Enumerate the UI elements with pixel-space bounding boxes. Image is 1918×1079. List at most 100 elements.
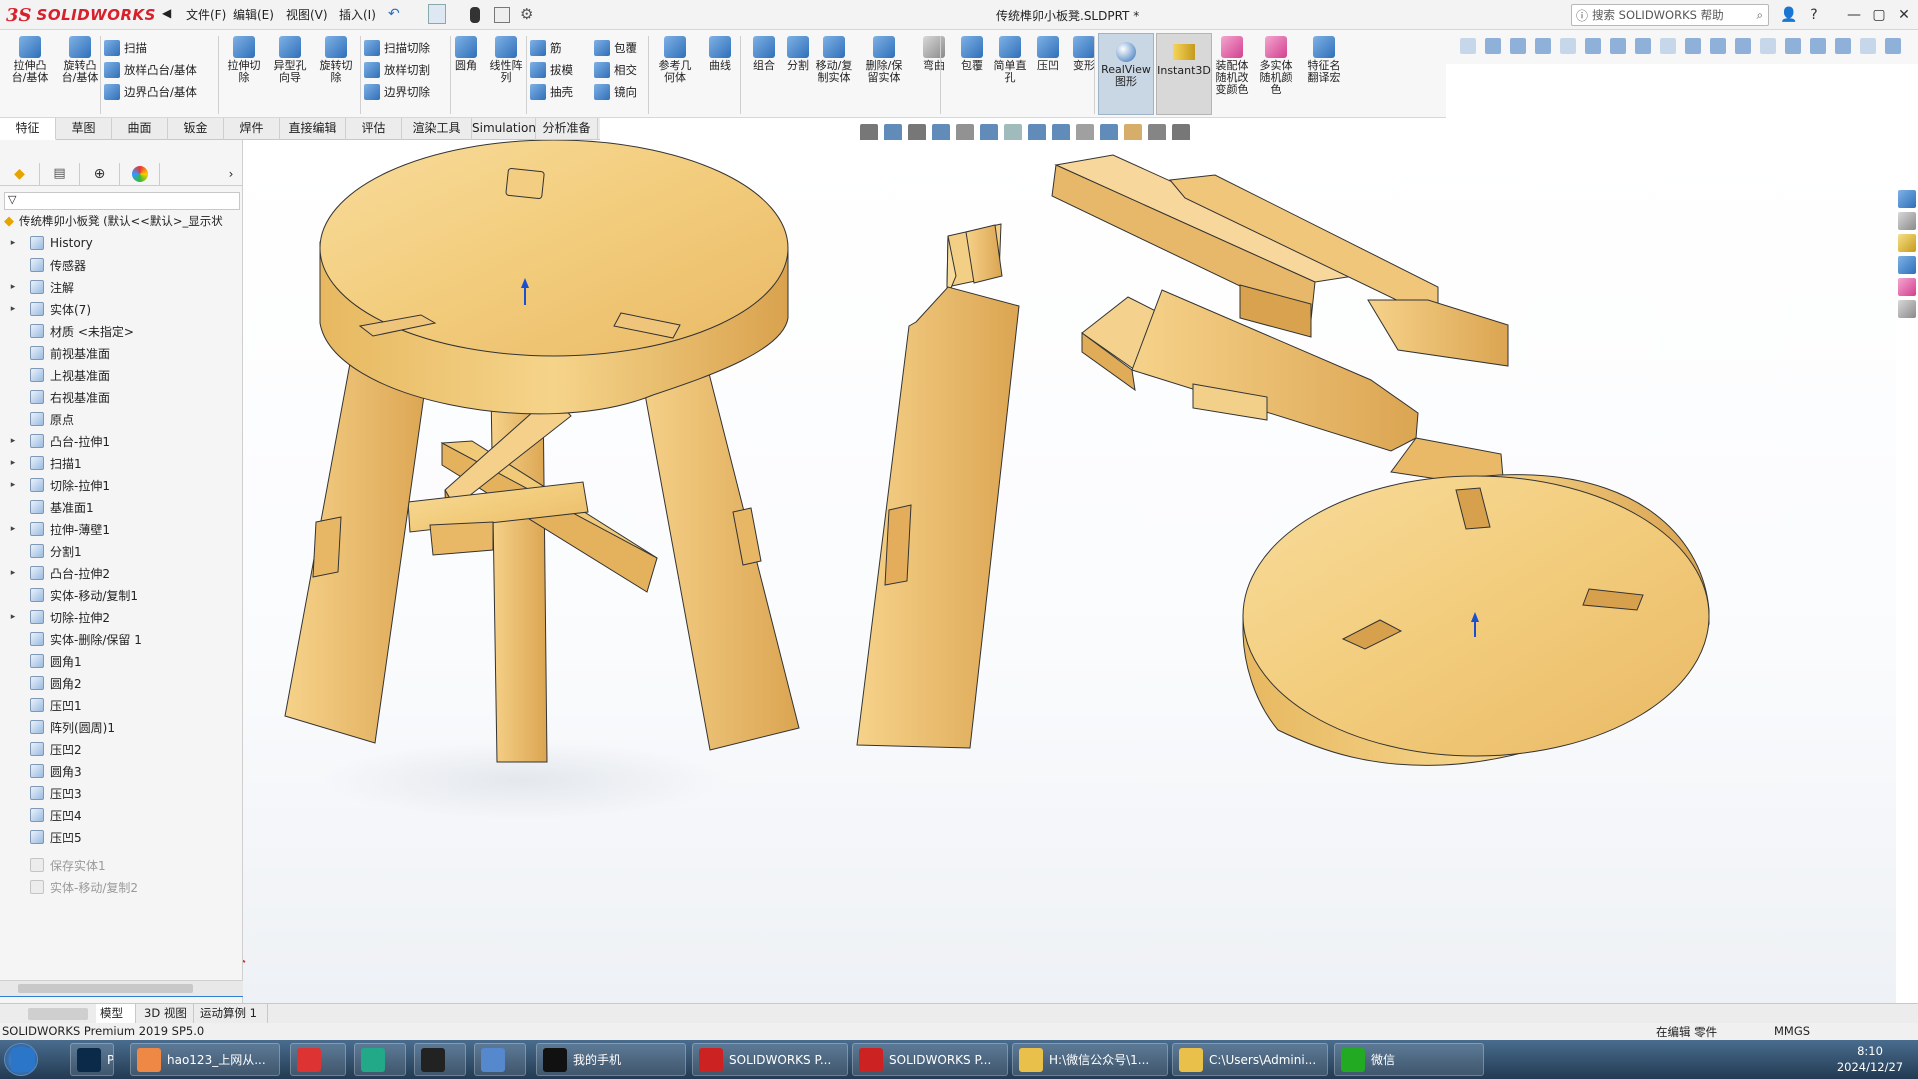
- instant3d-button[interactable]: Instant3D: [1156, 33, 1212, 115]
- bottom-tab-0[interactable]: 模型: [96, 1004, 136, 1023]
- tree-node[interactable]: ▸ 实体(7): [0, 298, 243, 320]
- tree-node[interactable]: 圆角1: [0, 650, 243, 672]
- extrude-cut-button[interactable]: 拉伸切 除: [222, 36, 266, 84]
- tree-node[interactable]: 实体-删除/保留 1: [0, 628, 243, 650]
- tree-node[interactable]: 前视基准面: [0, 342, 243, 364]
- menu-view[interactable]: 视图(V): [286, 6, 328, 23]
- tree-node[interactable]: 压凹1: [0, 694, 243, 716]
- selection-filter-icon[interactable]: [1535, 38, 1551, 54]
- bottom-tab-2[interactable]: 运动算例 1: [196, 1004, 268, 1023]
- tab-1[interactable]: 草图: [56, 118, 112, 140]
- swept-cut-button[interactable]: 扫描切除: [364, 38, 430, 58]
- taskbar-item-0[interactable]: [4, 1043, 38, 1076]
- selection-filter-icon[interactable]: [1860, 38, 1876, 54]
- selection-filter-icon[interactable]: [1835, 38, 1851, 54]
- taskbar-item-6[interactable]: [474, 1043, 526, 1076]
- appearance-tab-icon[interactable]: [120, 162, 160, 185]
- appearances-icon[interactable]: [1898, 278, 1916, 296]
- expand-arrow-icon[interactable]: ▸: [6, 238, 20, 248]
- taskbar-item-1[interactable]: Ps: [70, 1043, 114, 1076]
- sweep-button[interactable]: 扫描: [104, 38, 147, 58]
- linear-pattern-button[interactable]: 线性阵 列: [484, 36, 528, 84]
- tree-node[interactable]: ▸ 切除-拉伸1: [0, 474, 243, 496]
- menu-edit[interactable]: 编辑(E): [233, 6, 274, 23]
- taskbar-item-12[interactable]: 微信: [1334, 1043, 1484, 1076]
- tree-node[interactable]: 原点: [0, 408, 243, 430]
- view-palette-icon[interactable]: [1898, 256, 1916, 274]
- curves-button[interactable]: 曲线: [698, 36, 742, 72]
- exploded-leg[interactable]: [856, 223, 1020, 749]
- close-button[interactable]: ✕: [1893, 4, 1915, 26]
- selection-filter-icon[interactable]: [1635, 38, 1651, 54]
- search-input[interactable]: ⓘ 搜索 SOLIDWORKS 帮助 ⌕: [1571, 4, 1769, 26]
- tree-node[interactable]: 压凹4: [0, 804, 243, 826]
- tree-node[interactable]: ▸ 切除-拉伸2: [0, 606, 243, 628]
- tree-node[interactable]: ▸ 注解: [0, 276, 243, 298]
- lofted-cut-button[interactable]: 放样切割: [364, 60, 430, 80]
- boundary-cut-button[interactable]: 边界切除: [364, 82, 430, 102]
- selection-filter-icon[interactable]: [1610, 38, 1626, 54]
- intersect-button[interactable]: 相交: [594, 60, 637, 80]
- design-library-icon[interactable]: [1898, 212, 1916, 230]
- tab-2[interactable]: 曲面: [112, 118, 168, 140]
- selection-filter-icon[interactable]: [1460, 38, 1476, 54]
- multibody-color-button[interactable]: 多实体 随机颜 色: [1254, 36, 1298, 96]
- solidworks-resources-icon[interactable]: [1898, 190, 1916, 208]
- assembly-color-button[interactable]: 装配体 随机改 变颜色: [1210, 36, 1254, 96]
- extrude-boss-button[interactable]: 拉伸凸 台/基体: [8, 36, 52, 84]
- hole-wizard-button[interactable]: 异型孔 向导: [268, 36, 312, 84]
- draft-button[interactable]: 拔模: [530, 60, 573, 80]
- selection-filter-icon[interactable]: [1685, 38, 1701, 54]
- exploded-seat[interactable]: [1242, 474, 1710, 766]
- property-manager-tab-icon[interactable]: ▤: [40, 162, 80, 185]
- tab-0[interactable]: 特征: [0, 118, 56, 140]
- reference-geometry-button[interactable]: 参考几 何体: [653, 36, 697, 84]
- tree-node[interactable]: 分割1: [0, 540, 243, 562]
- move-copy-body-button[interactable]: 移动/复 制实体: [812, 36, 856, 84]
- selection-filter-icon[interactable]: [1760, 38, 1776, 54]
- taskbar-item-3[interactable]: [290, 1043, 346, 1076]
- search-icon[interactable]: ⌕: [1757, 8, 1763, 23]
- expand-arrow-icon[interactable]: ▸: [6, 304, 20, 314]
- selection-filter-icon[interactable]: [1785, 38, 1801, 54]
- selection-filter-icon[interactable]: [1585, 38, 1601, 54]
- tree-node[interactable]: 右视基准面: [0, 386, 243, 408]
- feature-translate-button[interactable]: 特征名 翻译宏: [1302, 36, 1346, 84]
- taskbar-item-9[interactable]: SOLIDWORKS P...: [852, 1043, 1008, 1076]
- file-explorer-icon[interactable]: [1898, 234, 1916, 252]
- taskbar-item-11[interactable]: C:\Users\Admini...: [1172, 1043, 1328, 1076]
- assembled-stool[interactable]: [284, 139, 800, 820]
- tree-node[interactable]: ▸ 扫描1: [0, 452, 243, 474]
- tab-5[interactable]: 直接编辑: [280, 118, 346, 140]
- selection-filter-icon[interactable]: [1885, 38, 1901, 54]
- expand-arrow-icon[interactable]: ▸: [6, 480, 20, 490]
- shell-button[interactable]: 抽壳: [530, 82, 573, 102]
- taskbar-item-8[interactable]: SOLIDWORKS P...: [692, 1043, 848, 1076]
- tree-node[interactable]: ▸ 凸台-拉伸1: [0, 430, 243, 452]
- taskbar-item-4[interactable]: [354, 1043, 406, 1076]
- expand-arrow-icon[interactable]: ▸: [6, 458, 20, 468]
- bottom-tab-1[interactable]: 3D 视图: [140, 1004, 194, 1023]
- system-clock[interactable]: 8:10 2024/12/27: [1830, 1043, 1910, 1076]
- selection-filter-icon[interactable]: [1485, 38, 1501, 54]
- tab-6[interactable]: 评估: [346, 118, 402, 140]
- rebuild-icon[interactable]: [470, 7, 480, 23]
- tab-7[interactable]: 渲染工具: [402, 118, 472, 140]
- wrap-button[interactable]: 包覆: [594, 38, 637, 58]
- tree-node[interactable]: ▸ 拉伸-薄壁1: [0, 518, 243, 540]
- revolve-boss-button[interactable]: 旋转凸 台/基体: [58, 36, 102, 84]
- revolve-cut-button[interactable]: 旋转切 除: [314, 36, 358, 84]
- tree-node[interactable]: 材质 <未指定>: [0, 320, 243, 342]
- expand-arrow-icon[interactable]: ▸: [6, 524, 20, 534]
- selection-filter-icon[interactable]: [1510, 38, 1526, 54]
- tree-node[interactable]: 压凹3: [0, 782, 243, 804]
- part-root-node[interactable]: ◆ 传统榫卯小板凳 (默认<<默认>_显示状: [4, 212, 240, 230]
- loft-boss-button[interactable]: 放样凸台/基体: [104, 60, 197, 80]
- tree-node[interactable]: ▸ History: [0, 232, 243, 254]
- custom-properties-icon[interactable]: [1898, 300, 1916, 318]
- horizontal-scrollbar[interactable]: [0, 980, 243, 996]
- tree-node[interactable]: 压凹5: [0, 826, 243, 848]
- tree-node[interactable]: 圆角2: [0, 672, 243, 694]
- tab-scroll-arrows-icon[interactable]: [28, 1008, 88, 1020]
- tree-node[interactable]: 实体-移动/复制1: [0, 584, 243, 606]
